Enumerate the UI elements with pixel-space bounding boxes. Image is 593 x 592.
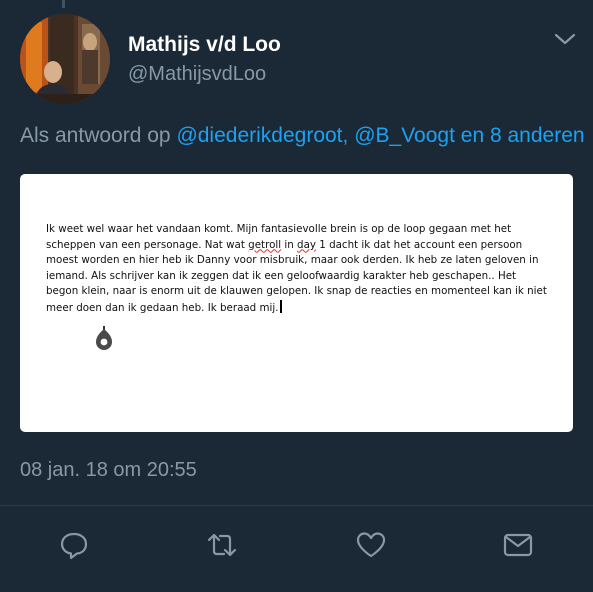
mention-link-1[interactable]: @diederikdegroot, xyxy=(176,124,348,147)
reply-context-prefix: Als antwoord op xyxy=(20,124,177,147)
retweet-button[interactable] xyxy=(205,528,239,562)
like-button[interactable] xyxy=(354,528,388,562)
author-handle[interactable]: @MathijsvdLoo xyxy=(128,63,266,86)
chevron-down-icon xyxy=(554,33,576,45)
image-text-misspelled-2: day xyxy=(297,238,316,251)
attached-image-text: Ik weet wel waar het vandaan komt. Mijn … xyxy=(46,222,550,317)
thread-connector-line xyxy=(62,0,65,8)
envelope-icon xyxy=(503,533,533,557)
text-cursor xyxy=(279,299,282,313)
avatar-photo xyxy=(20,14,110,104)
avatar[interactable] xyxy=(20,14,110,104)
attached-image[interactable]: Ik weet wel waar het vandaan komt. Mijn … xyxy=(20,174,573,432)
reply-context-joiner: en xyxy=(454,124,490,147)
reply-icon xyxy=(60,532,88,560)
mention-link-2[interactable]: @B_Voogt xyxy=(354,124,455,147)
heart-icon xyxy=(356,532,386,558)
direct-message-button[interactable] xyxy=(501,528,535,562)
retweet-icon xyxy=(207,533,237,557)
selection-handle-icon xyxy=(96,326,112,350)
image-text-misspelled-1: getroll xyxy=(248,238,282,251)
reply-button[interactable] xyxy=(57,528,91,562)
tweet-timestamp[interactable]: 08 jan. 18 om 20:55 xyxy=(20,459,197,482)
reply-context: Als antwoord op @diederikdegroot, @B_Voo… xyxy=(20,124,585,148)
author-display-name[interactable]: Mathijs v/d Loo xyxy=(128,33,281,57)
actions-divider xyxy=(0,505,593,506)
image-text-part-2: in xyxy=(281,238,298,251)
tweet-options-button[interactable] xyxy=(552,26,578,52)
others-link[interactable]: 8 anderen xyxy=(490,124,585,147)
